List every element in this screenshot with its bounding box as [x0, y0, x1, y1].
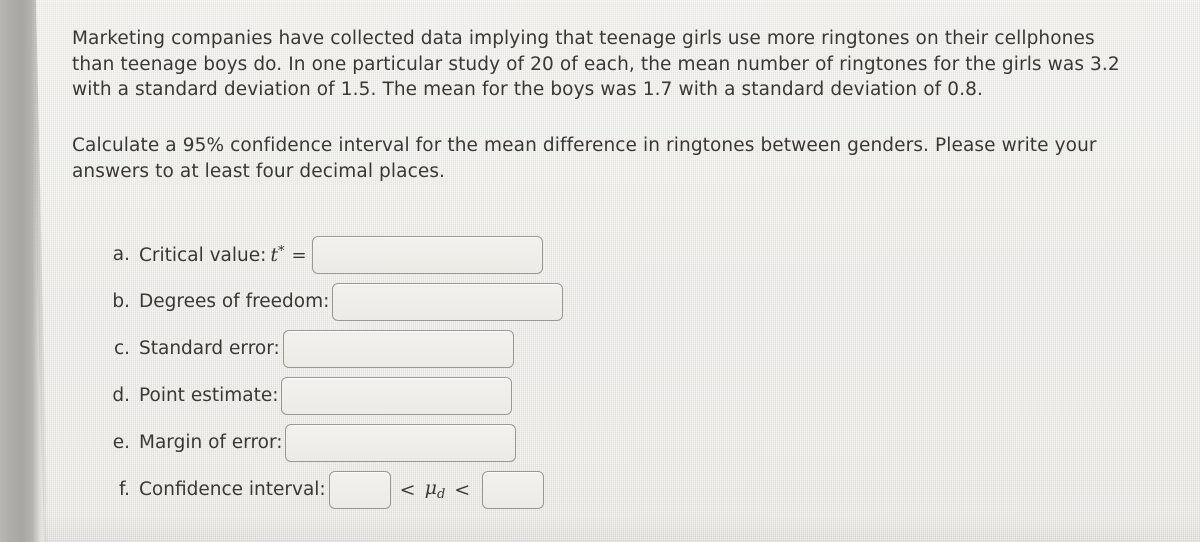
less-than-operator-left: < — [399, 478, 416, 501]
screenshot-canvas: Marketing companies have collected data … — [0, 0, 1200, 542]
less-than-operator-right: < — [454, 478, 471, 501]
input-critical-value[interactable] — [311, 235, 543, 274]
mu-symbol: μ — [424, 477, 437, 499]
answer-parts-list: a. Critical value: t* = b. Degrees of free… — [104, 235, 564, 520]
t-star-symbol: t* — [266, 244, 284, 266]
list-marker-e: e. — [112, 432, 130, 453]
input-margin-of-error[interactable] — [285, 423, 517, 462]
label-critical-value: Critical value: t* = — [139, 244, 309, 266]
label-degrees-of-freedom: Degrees of freedom: — [139, 291, 330, 312]
input-confidence-interval-lower[interactable] — [328, 470, 391, 509]
label-critical-value-text: Critical value: — [139, 244, 267, 266]
input-point-estimate[interactable] — [281, 376, 513, 415]
answer-row-d: d. Point estimate: — [104, 376, 563, 415]
label-confidence-interval: Confidence interval: — [139, 479, 326, 500]
t-symbol: t — [270, 243, 278, 266]
answer-row-f: f. Confidence interval: < μd < — [104, 470, 563, 509]
answer-row-c: c. Standard error: — [104, 329, 563, 368]
problem-statement-paragraph: Marketing companies have collected data … — [72, 28, 1126, 100]
input-standard-error[interactable] — [282, 329, 514, 368]
list-marker-a: a. — [112, 244, 130, 265]
question-content: Marketing companies have collected data … — [0, 0, 1200, 542]
d-subscript: d — [436, 487, 446, 502]
answer-row-e: e. Margin of error: — [104, 423, 563, 462]
label-margin-of-error: Margin of error: — [139, 432, 283, 453]
label-standard-error: Standard error: — [139, 338, 280, 359]
list-marker-d: d. — [112, 385, 130, 406]
mu-d-symbol: μd — [425, 477, 446, 502]
answer-row-b: b. Degrees of freedom: — [104, 282, 564, 321]
list-marker-c: c. — [113, 338, 130, 359]
problem-instruction-paragraph: Calculate a 95% confidence interval for … — [72, 135, 1103, 182]
answer-row-a: a. Critical value: t* = — [104, 235, 563, 274]
star-superscript: * — [278, 243, 285, 259]
input-confidence-interval-upper[interactable] — [482, 470, 545, 509]
input-degrees-of-freedom[interactable] — [332, 282, 564, 321]
list-marker-f: f. — [118, 479, 130, 500]
label-point-estimate: Point estimate: — [139, 385, 279, 406]
list-marker-b: b. — [112, 291, 130, 312]
equals-sign: = — [291, 244, 307, 266]
